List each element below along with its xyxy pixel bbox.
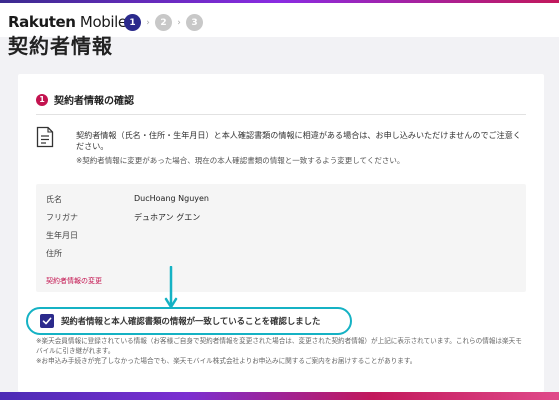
info-label: 住所	[46, 249, 62, 258]
divider	[36, 114, 526, 115]
confirmation-label[interactable]: 契約者情報と本人確認書類の情報が一致していることを確認しました	[61, 315, 320, 327]
notice-text: 契約者情報（氏名・住所・生年月日）と本人確認書類の情報に相違がある場合は、お申し…	[76, 130, 521, 151]
confirmation-checkbox[interactable]	[40, 314, 54, 328]
change-contract-info-link[interactable]: 契約者情報の変更	[46, 276, 102, 286]
rakuten-mobile-logo[interactable]: Rakuten Mobile	[8, 13, 127, 31]
confirmation-checkbox-row[interactable]: 契約者情報と本人確認書類の情報が一致していることを確認しました	[26, 307, 352, 335]
logo-wordmark-bold: Rakuten	[8, 13, 76, 31]
step-2: 2	[155, 14, 172, 31]
arrow-down-icon	[164, 266, 178, 309]
footnote-text: ※楽天会員情報に登録されている情報（お客様ご自身で契約者情報を変更された場合は、…	[36, 337, 522, 355]
info-label: 生年月日	[46, 231, 78, 240]
checkmark-icon	[42, 317, 52, 325]
contract-info-card: 1 契約者情報の確認 契約者情報（氏名・住所・生年月日）と本人確認書類の情報に相…	[18, 74, 544, 392]
section-number-badge: 1	[36, 93, 48, 106]
bottom-accent-bar	[0, 392, 559, 400]
info-label: フリガナ	[46, 213, 78, 222]
chevron-right-icon: ›	[146, 17, 150, 28]
page-title: 契約者情報	[8, 34, 113, 57]
info-value: デュホアン グエン	[134, 213, 201, 222]
contract-info-box: 氏名 DucHoang Nguyen フリガナ デュホアン グエン 生年月日 住…	[36, 184, 526, 292]
header: Rakuten Mobile 1 › 2 › 3	[0, 3, 559, 37]
footnote-text: ※お申込み手続きが完了しなかった場合でも、楽天モバイル株式会社よりお申込みに関す…	[36, 357, 417, 365]
notice-subtext: ※契約者情報に変更があった場合、現在の本人確認書類の情報と一致するよう変更してく…	[76, 156, 405, 165]
step-3: 3	[186, 14, 203, 31]
step-1: 1	[124, 14, 141, 31]
step-indicator: 1 › 2 › 3	[124, 14, 203, 31]
info-value: DucHoang Nguyen	[134, 194, 209, 203]
info-label: 氏名	[46, 195, 62, 204]
chevron-right-icon: ›	[177, 17, 181, 28]
section-header: 1 契約者情報の確認	[36, 92, 134, 107]
section-title: 契約者情報の確認	[54, 96, 134, 107]
document-icon	[36, 126, 54, 148]
logo-wordmark-regular: Mobile	[75, 13, 127, 31]
footnotes: ※楽天会員情報に登録されている情報（お客様ご自身で契約者情報を変更された場合は、…	[36, 336, 526, 366]
